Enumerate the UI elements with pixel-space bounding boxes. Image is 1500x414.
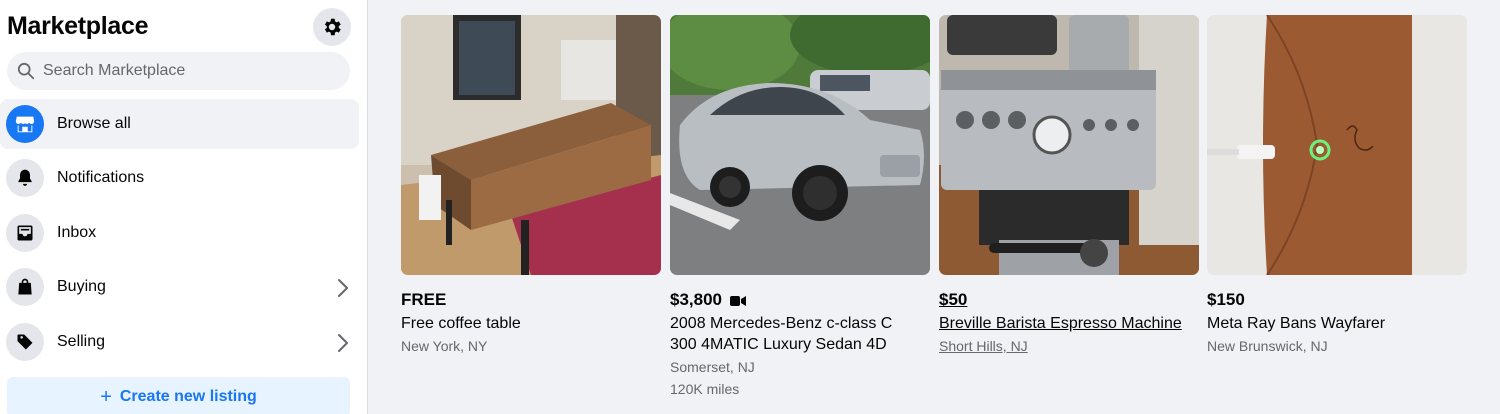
plus-icon: + — [100, 385, 112, 408]
listing-price: $3,800 — [670, 290, 746, 310]
listing-image[interactable] — [939, 15, 1199, 275]
sidebar: Marketplace Browse all Notifications — [0, 0, 368, 414]
search-box[interactable] — [7, 52, 350, 90]
listing-title[interactable]: Meta Ray Bans Wayfarer — [1207, 313, 1465, 334]
inbox-icon — [17, 225, 33, 241]
settings-button[interactable] — [313, 8, 351, 46]
shopping-bag-icon — [18, 278, 32, 295]
sidebar-item-buying[interactable]: Buying — [0, 262, 359, 312]
listing-title-line: 300 4MATIC Luxury Sedan 4D — [670, 336, 887, 353]
listing-image[interactable] — [1207, 15, 1467, 275]
listing-location: Short Hills, NJ — [939, 338, 1028, 354]
listing-card[interactable] — [1207, 15, 1467, 275]
listing-title[interactable]: 2008 Mercedes-Benz c-class C 300 4MATIC … — [670, 313, 928, 355]
sidebar-item-label: Inbox — [57, 224, 97, 241]
listing-location: New York, NY — [401, 338, 488, 354]
gear-icon — [324, 18, 341, 36]
listing-price: $150 — [1207, 290, 1245, 309]
bell-icon — [18, 169, 32, 186]
listing-title-line: 2008 Mercedes-Benz c-class C — [670, 315, 893, 332]
listing-price: FREE — [401, 290, 447, 309]
listing-image[interactable] — [670, 15, 930, 275]
sidebar-item-inbox[interactable]: Inbox — [0, 208, 359, 258]
listing-mileage: 120K miles — [670, 381, 740, 397]
sidebar-item-notifications[interactable]: Notifications — [0, 153, 359, 203]
create-listing-label: Create new listing — [119, 388, 257, 405]
storefront-icon — [15, 116, 35, 133]
sidebar-item-selling[interactable]: Selling — [0, 317, 359, 367]
sidebar-item-label: Notifications — [57, 169, 145, 186]
listing-title[interactable]: Breville Barista Espresso Machine — [939, 313, 1197, 334]
search-input[interactable] — [43, 62, 333, 80]
listing-price: $50 — [939, 290, 968, 309]
create-listing-button[interactable]: + Create new listing — [7, 377, 350, 414]
video-camera-icon — [730, 295, 746, 306]
listing-card[interactable] — [939, 15, 1199, 275]
listing-location: Somerset, NJ — [670, 359, 755, 375]
sidebar-item-label: Selling — [57, 333, 106, 350]
sidebar-item-label: Buying — [57, 278, 106, 295]
listing-price-value: $3,800 — [670, 290, 722, 309]
price-tag-icon — [17, 334, 33, 350]
page-title: Marketplace — [7, 12, 149, 40]
listing-card[interactable] — [401, 15, 661, 275]
listing-location: New Brunswick, NJ — [1207, 338, 1328, 354]
sidebar-item-label: Browse all — [57, 115, 131, 132]
chevron-right-icon — [338, 279, 348, 297]
listing-card[interactable] — [670, 15, 930, 275]
chevron-right-icon — [338, 334, 348, 352]
listing-title[interactable]: Free coffee table — [401, 313, 659, 334]
listing-image[interactable] — [401, 15, 661, 275]
search-icon — [17, 62, 35, 80]
sidebar-item-browse-all[interactable]: Browse all — [0, 99, 359, 149]
